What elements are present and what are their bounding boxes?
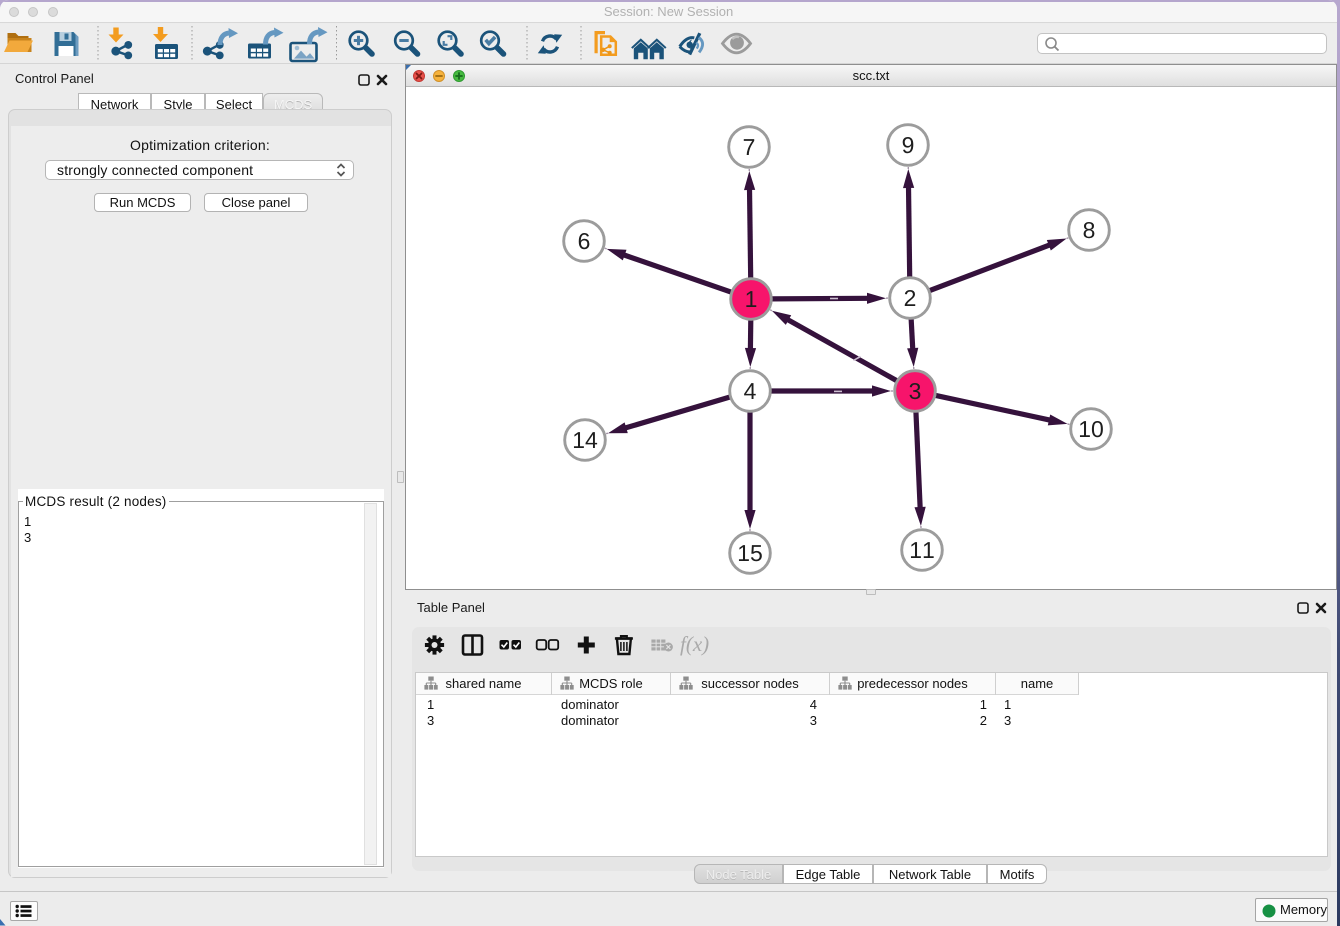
svg-text:f(x): f(x): [680, 632, 709, 656]
